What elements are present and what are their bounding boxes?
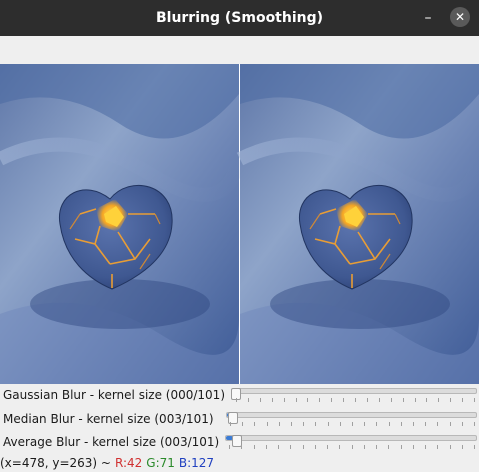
slider-tick xyxy=(437,445,438,449)
slider-tick xyxy=(315,445,316,449)
slider-tick xyxy=(352,422,353,426)
slider-tick xyxy=(248,398,249,402)
slider-tick xyxy=(272,398,273,402)
slider-tick xyxy=(343,398,344,402)
slider-tick xyxy=(415,398,416,402)
slider-tick xyxy=(474,422,475,426)
average-trackbar-label: Average Blur - kernel size (003/101) xyxy=(3,435,220,449)
slider-tick xyxy=(229,445,230,449)
slider-tick xyxy=(413,422,414,426)
image-display[interactable] xyxy=(0,64,479,384)
slider-tick xyxy=(339,445,340,449)
slider-tick xyxy=(279,422,280,426)
slider-tick xyxy=(462,422,463,426)
original-image xyxy=(0,64,239,384)
slider-tick xyxy=(474,445,475,449)
slider-tick xyxy=(450,398,451,402)
slider-tick xyxy=(413,445,414,449)
slider-tick xyxy=(474,398,475,402)
slider-tick xyxy=(364,422,365,426)
slider-tick xyxy=(425,445,426,449)
slider-tick xyxy=(450,422,451,426)
slider-tick xyxy=(364,445,365,449)
slider-tick xyxy=(267,422,268,426)
average-trackbar-row: Average Blur - kernel size (003/101) xyxy=(0,431,479,455)
slider-tick xyxy=(241,445,242,449)
slider-tick xyxy=(254,422,255,426)
slider-tick xyxy=(462,445,463,449)
cursor-coordinates: (x=478, y=263) ~ xyxy=(0,456,111,470)
slider-tick xyxy=(291,422,292,426)
average-slider-ticks xyxy=(229,445,475,449)
slider-tick xyxy=(307,398,308,402)
slider-tick xyxy=(284,398,285,402)
window-title: Blurring (Smoothing) xyxy=(155,10,324,26)
median-trackbar-row: Median Blur - kernel size (003/101) xyxy=(0,408,479,432)
slider-tick xyxy=(391,398,392,402)
slider-tick xyxy=(254,445,255,449)
slider-tick xyxy=(319,398,320,402)
slider-tick xyxy=(260,398,261,402)
slider-tick xyxy=(403,398,404,402)
slider-tick xyxy=(389,422,390,426)
slider-tick xyxy=(367,398,368,402)
slider-tick xyxy=(376,422,377,426)
median-slider[interactable] xyxy=(226,412,477,424)
slider-tick xyxy=(303,422,304,426)
minimize-button[interactable]: – xyxy=(418,8,438,28)
slider-tick xyxy=(425,422,426,426)
close-button[interactable]: ✕ xyxy=(450,7,470,27)
slider-tick xyxy=(352,445,353,449)
app-window: Blurring (Smoothing) – ✕ Gaussian Blur -… xyxy=(0,0,479,472)
slider-tick xyxy=(328,422,329,426)
pixel-red-value: R:42 xyxy=(114,456,143,470)
slider-tick xyxy=(331,398,332,402)
median-trackbar-label: Median Blur - kernel size (003/101) xyxy=(3,412,214,426)
gaussian-trackbar-row: Gaussian Blur - kernel size (000/101) xyxy=(0,384,479,408)
toolbar-strip xyxy=(0,36,479,64)
slider-tick xyxy=(438,398,439,402)
slider-tick xyxy=(379,398,380,402)
slider-tick xyxy=(290,445,291,449)
slider-tick xyxy=(401,422,402,426)
average-slider[interactable] xyxy=(225,435,477,447)
status-bar: (x=478, y=263) ~ R:42 G:71 B:127 xyxy=(0,455,479,472)
slider-tick xyxy=(236,398,237,402)
slider-tick xyxy=(355,398,356,402)
slider-tick xyxy=(388,445,389,449)
slider-tick xyxy=(426,398,427,402)
blurred-image xyxy=(240,64,479,384)
slider-tick xyxy=(401,445,402,449)
gaussian-slider-ticks xyxy=(236,398,475,402)
slider-tick xyxy=(296,398,297,402)
slider-tick xyxy=(437,422,438,426)
slider-tick xyxy=(450,445,451,449)
slider-tick xyxy=(242,422,243,426)
slider-tick xyxy=(376,445,377,449)
gaussian-slider[interactable] xyxy=(231,388,477,400)
title-bar[interactable]: Blurring (Smoothing) – ✕ xyxy=(0,0,479,36)
median-slider-ticks xyxy=(230,422,475,426)
pixel-green-value: G:71 xyxy=(146,456,175,470)
slider-tick xyxy=(462,398,463,402)
slider-tick xyxy=(303,445,304,449)
slider-tick xyxy=(266,445,267,449)
slider-tick xyxy=(327,445,328,449)
slider-tick xyxy=(315,422,316,426)
gaussian-trackbar-label: Gaussian Blur - kernel size (000/101) xyxy=(3,388,225,402)
slider-tick xyxy=(230,422,231,426)
slider-tick xyxy=(340,422,341,426)
pixel-blue-value: B:127 xyxy=(178,456,215,470)
slider-tick xyxy=(278,445,279,449)
